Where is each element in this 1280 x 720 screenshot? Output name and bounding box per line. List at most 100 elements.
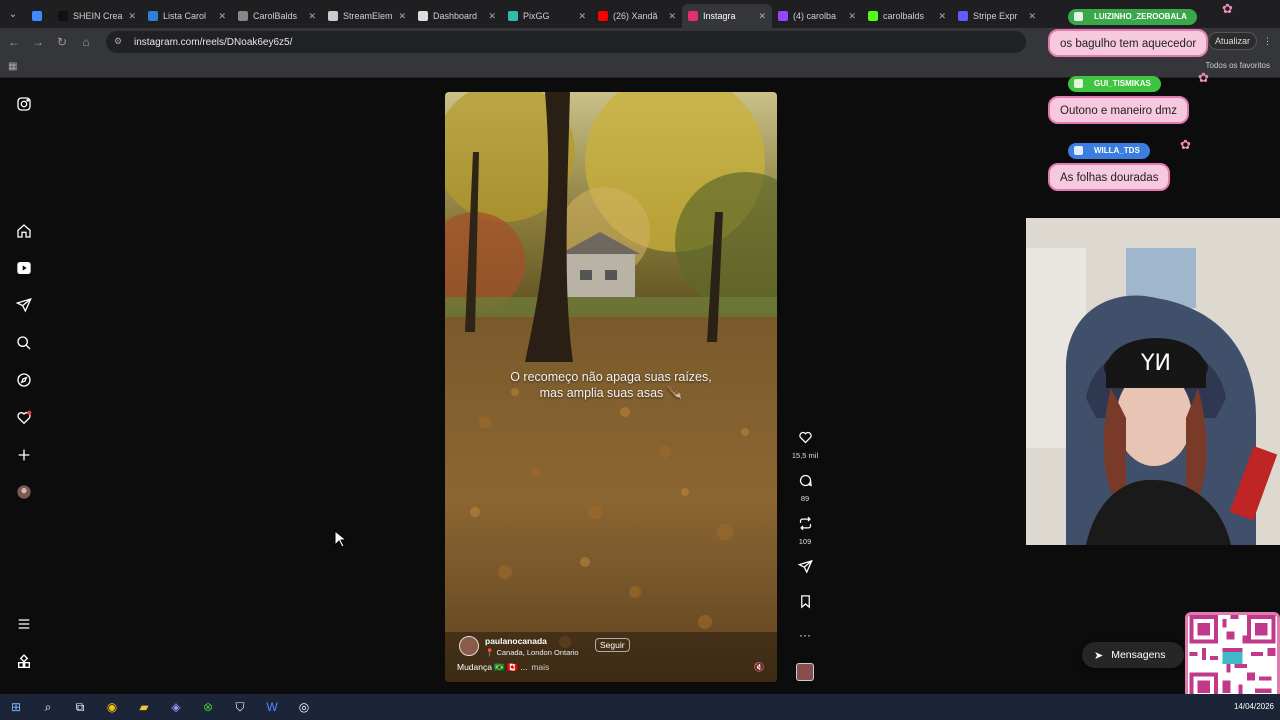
- profile-avatar[interactable]: [14, 482, 34, 502]
- word-icon[interactable]: W: [256, 694, 288, 720]
- tab-title: Dashboard: [433, 11, 478, 21]
- browser-menu-icon[interactable]: ⋮: [1263, 36, 1272, 47]
- xbox-icon[interactable]: ⊗: [192, 694, 224, 720]
- reload-icon[interactable]: ↻: [50, 30, 74, 54]
- repost-button[interactable]: 109: [790, 516, 820, 546]
- obs-icon[interactable]: ◎: [288, 694, 320, 720]
- create-plus-icon[interactable]: [14, 445, 34, 465]
- tab-search-icon[interactable]: ⌄: [0, 0, 26, 28]
- instagram-sidebar: [0, 80, 48, 692]
- tab-title: PixGG: [523, 11, 550, 21]
- tab-close-icon[interactable]: ✕: [758, 11, 766, 22]
- reel-video[interactable]: O recomeço não apaga suas raízes, mas am…: [445, 92, 777, 682]
- browser-tab[interactable]: (26) Xandã ✕: [592, 4, 682, 28]
- explore-icon[interactable]: [14, 370, 34, 390]
- flower-icon: ✿: [1198, 70, 1209, 85]
- tab-favicon-icon: [778, 11, 788, 21]
- tab-close-icon[interactable]: ✕: [938, 11, 946, 22]
- browser-tab[interactable]: carolbalds ✕: [862, 4, 952, 28]
- search-icon[interactable]: ⌕: [32, 694, 64, 720]
- search-icon[interactable]: [14, 333, 34, 353]
- qr-code-image: [1189, 615, 1276, 701]
- more-menu-icon[interactable]: [14, 614, 34, 634]
- tab-title: CarolBalds: [253, 11, 298, 21]
- chat-username-badge: GUI_TISMIKAS: [1068, 76, 1161, 92]
- tab-close-icon[interactable]: ✕: [668, 11, 676, 22]
- address-bar[interactable]: ⚙ instagram.com/reels/DNoak6ey6z5/: [106, 31, 1026, 53]
- chat-username-badge: LUIZINHO_ZEROOBALA: [1068, 9, 1197, 25]
- author-avatar[interactable]: [459, 636, 479, 656]
- badge-icon: [1074, 79, 1083, 88]
- direct-messages-icon[interactable]: [14, 295, 34, 315]
- tab-close-icon[interactable]: ✕: [308, 11, 316, 22]
- comment-button[interactable]: 89: [790, 473, 820, 503]
- url-text: instagram.com/reels/DNoak6ey6z5/: [134, 36, 293, 48]
- also-from-meta-icon[interactable]: [14, 652, 34, 672]
- mouse-cursor-icon: [334, 530, 348, 548]
- audio-icon[interactable]: 🔇: [754, 662, 765, 673]
- browser-tab[interactable]: Instagra ✕: [682, 4, 772, 28]
- heart-icon: [798, 431, 812, 444]
- apps-grid-icon[interactable]: ▦: [8, 61, 17, 72]
- share-icon: [797, 559, 813, 574]
- browser-tab[interactable]: Stripe Expr ✕: [952, 4, 1042, 28]
- tab-close-icon[interactable]: ✕: [848, 11, 856, 22]
- tab-close-icon[interactable]: ✕: [578, 11, 586, 22]
- comment-icon: [799, 474, 812, 487]
- messages-button[interactable]: ➤ Mensagens: [1082, 642, 1184, 668]
- like-button[interactable]: 15,5 mil: [790, 430, 820, 460]
- tab-favicon-icon: [418, 11, 428, 21]
- forward-icon[interactable]: →: [26, 30, 50, 54]
- more-link[interactable]: mais: [531, 662, 549, 672]
- tab-close-icon[interactable]: ✕: [218, 11, 226, 22]
- chrome-icon[interactable]: ◉: [96, 694, 128, 720]
- tab-close-icon[interactable]: ✕: [398, 11, 406, 22]
- browser-tab[interactable]: PixGG ✕: [502, 4, 592, 28]
- back-icon[interactable]: ←: [2, 30, 26, 54]
- update-button[interactable]: Atualizar: [1207, 32, 1257, 50]
- author-name[interactable]: paulanocanada: [485, 636, 547, 646]
- webcam-feed: ҮИ: [1026, 218, 1280, 545]
- windows-taskbar: ⊞ ⌕ ⧉ ◉ ▰ ◈ ⊗ ⛉ W ◎ 14/04/2026: [0, 694, 1280, 720]
- start-icon[interactable]: ⊞: [0, 694, 32, 720]
- browser-tab[interactable]: [26, 4, 52, 28]
- home-icon[interactable]: [14, 221, 34, 241]
- audio-thumbnail[interactable]: [796, 663, 814, 681]
- browser-tab[interactable]: (4) carolba ✕: [772, 4, 862, 28]
- browser-tab[interactable]: Dashboard ✕: [412, 4, 502, 28]
- chat-username-badge: WILLA_TDS: [1068, 143, 1150, 159]
- all-bookmarks-folder[interactable]: Todos os favoritos: [1206, 61, 1270, 70]
- browser-tab[interactable]: StreamElem ✕: [322, 4, 412, 28]
- instagram-logo-icon[interactable]: [14, 94, 34, 114]
- browser-tab[interactable]: SHEIN Crea ✕: [52, 4, 142, 28]
- comment-count: 89: [800, 494, 810, 503]
- home-icon[interactable]: ⌂: [74, 30, 98, 54]
- tab-title: Lista Carol: [163, 11, 207, 21]
- messages-label: Mensagens: [1111, 649, 1166, 661]
- follow-button[interactable]: Seguir: [595, 638, 630, 652]
- tab-title: Instagra: [703, 11, 736, 21]
- reels-icon[interactable]: [14, 258, 34, 278]
- tab-close-icon[interactable]: ✕: [128, 11, 136, 22]
- task-view-icon[interactable]: ⧉: [64, 694, 96, 720]
- notifications-heart-icon[interactable]: [14, 408, 34, 428]
- caption-line-1: O recomeço não apaga suas raízes,: [510, 370, 712, 384]
- tab-close-icon[interactable]: ✕: [1028, 11, 1036, 22]
- tab-favicon-icon: [688, 11, 698, 21]
- share-button[interactable]: [790, 559, 820, 579]
- svg-text:ҮИ: ҮИ: [1140, 351, 1171, 376]
- tab-title: SHEIN Crea: [73, 11, 123, 21]
- more-options-icon[interactable]: ···: [790, 628, 820, 642]
- browser-tab[interactable]: CarolBalds ✕: [232, 4, 322, 28]
- tab-close-icon[interactable]: ✕: [488, 11, 496, 22]
- site-info-icon[interactable]: ⚙: [114, 36, 126, 48]
- author-location[interactable]: 📍 Canada, London Ontario: [485, 648, 579, 657]
- browser-tab[interactable]: Lista Carol ✕: [142, 4, 232, 28]
- discord-icon[interactable]: ◈: [160, 694, 192, 720]
- file-explorer-icon[interactable]: ▰: [128, 694, 160, 720]
- chat-message-text: As folhas douradas: [1048, 163, 1171, 191]
- repost-icon: [799, 516, 811, 531]
- chat-message-3: As folhas douradas WILLA_TDS ✿: [1048, 137, 1191, 191]
- security-shield-icon[interactable]: ⛉: [224, 694, 256, 720]
- save-button[interactable]: [790, 594, 820, 614]
